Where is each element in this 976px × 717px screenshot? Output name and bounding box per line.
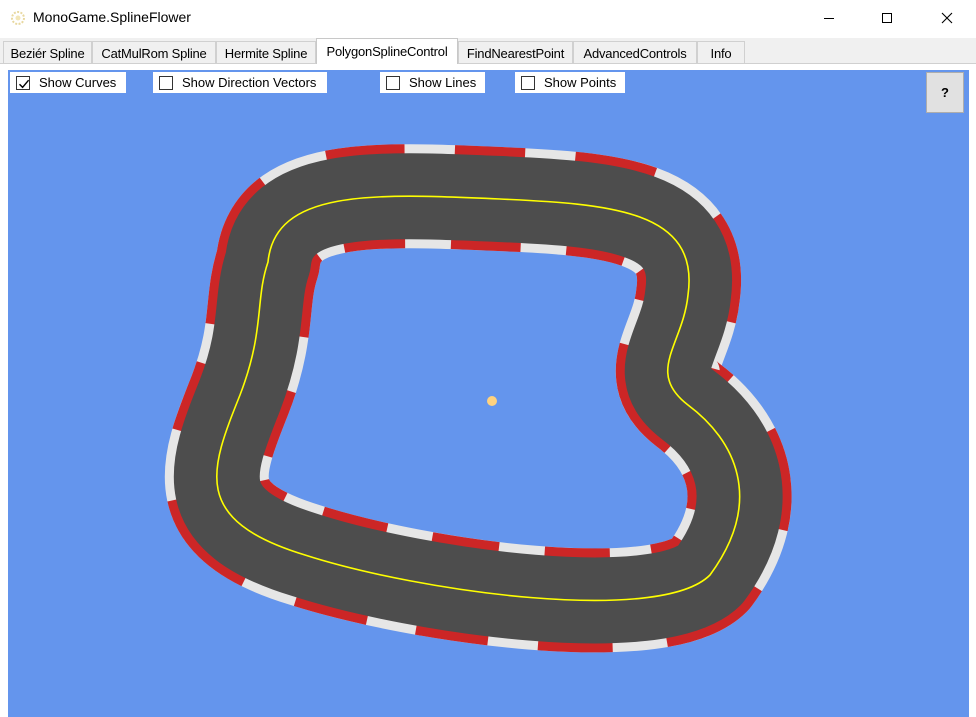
show-lines-label: Show Lines xyxy=(409,75,477,90)
tab-find-nearest-point[interactable]: FindNearestPoint xyxy=(458,41,573,64)
tab-info[interactable]: Info xyxy=(697,41,745,64)
checkbox-box xyxy=(159,75,173,90)
track-scene xyxy=(8,70,969,717)
show-direction-vectors-checkbox[interactable]: Show Direction Vectors xyxy=(153,72,327,93)
show-curves-checkbox[interactable]: Show Curves xyxy=(10,72,126,93)
tab-hermite-spline[interactable]: Hermite Spline xyxy=(216,41,316,64)
tab-bezier-spline[interactable]: Beziér Spline xyxy=(3,41,92,64)
close-button[interactable] xyxy=(918,0,976,36)
title-bar: MonoGame.SplineFlower xyxy=(0,0,976,38)
tab-advanced-controls[interactable]: AdvancedControls xyxy=(573,41,697,64)
show-lines-checkbox[interactable]: Show Lines xyxy=(380,72,485,93)
tab-strip: Beziér Spline CatMulRom Spline Hermite S… xyxy=(0,38,976,64)
show-direction-vectors-label: Show Direction Vectors xyxy=(182,75,317,90)
maximize-icon xyxy=(882,13,892,23)
minimize-icon xyxy=(824,18,834,19)
tab-polygon-spline-control[interactable]: PolygonSplineControl xyxy=(316,38,458,64)
checkbox-box xyxy=(521,75,535,90)
checkmark-icon xyxy=(19,79,30,88)
close-icon xyxy=(941,12,953,24)
gear-flower-icon xyxy=(10,10,26,26)
checkbox-box xyxy=(16,75,30,90)
show-points-checkbox[interactable]: Show Points xyxy=(515,72,625,93)
window-title: MonoGame.SplineFlower xyxy=(33,9,191,25)
minimize-button[interactable] xyxy=(800,0,858,36)
show-curves-label: Show Curves xyxy=(39,75,117,90)
center-point xyxy=(487,396,497,406)
render-canvas[interactable] xyxy=(8,70,969,717)
maximize-button[interactable] xyxy=(858,0,916,36)
checkbox-box xyxy=(386,75,400,90)
help-button[interactable]: ? xyxy=(926,72,964,113)
tab-catmulrom-spline[interactable]: CatMulRom Spline xyxy=(92,41,216,64)
show-points-label: Show Points xyxy=(544,75,617,90)
